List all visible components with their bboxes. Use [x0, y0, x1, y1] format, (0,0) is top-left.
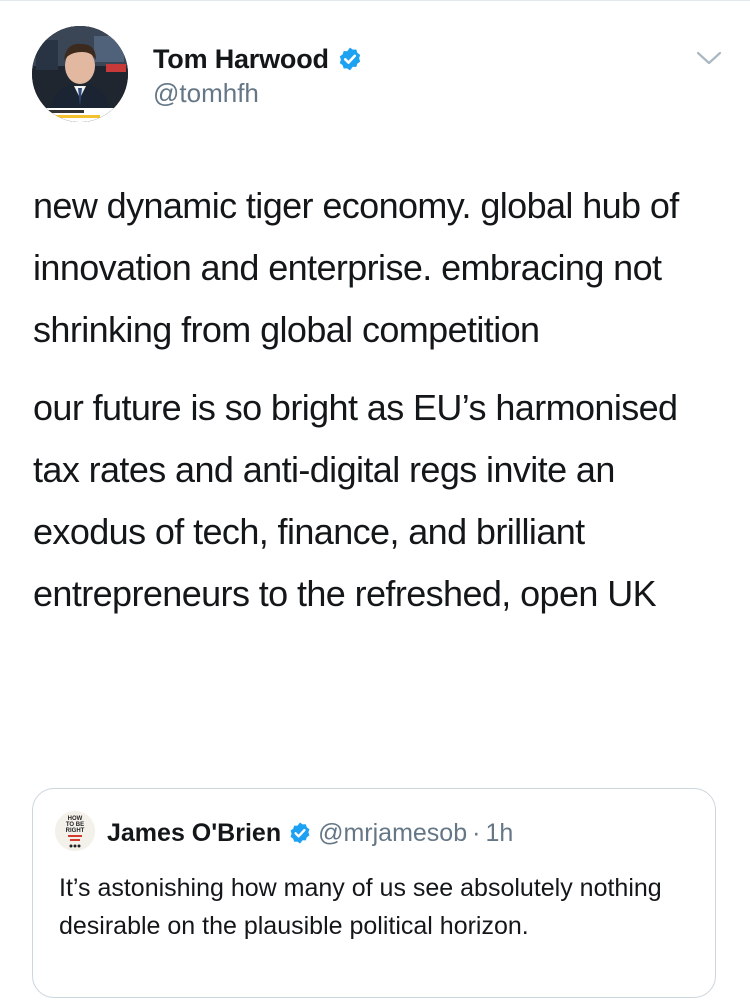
tweet-header: Tom Harwood @tomhfh [32, 26, 722, 122]
quoted-author-handle[interactable]: @mrjamesob [318, 819, 467, 848]
book-cover-avatar-icon: HOW TO BE RIGHT [55, 811, 95, 851]
quoted-author-avatar[interactable]: HOW TO BE RIGHT [55, 811, 95, 851]
chevron-down-icon [696, 51, 722, 65]
quoted-author-name[interactable]: James O'Brien [107, 819, 281, 848]
tweet-paragraph: our future is so bright as EU’s harmonis… [33, 387, 678, 614]
tweet-body: new dynamic tiger economy. global hub of… [33, 175, 723, 641]
avatar-photo-icon [32, 26, 128, 122]
tweet-paragraph: new dynamic tiger economy. global hub of… [33, 185, 679, 350]
author-avatar[interactable] [32, 26, 128, 122]
svg-text:RIGHT: RIGHT [66, 828, 85, 834]
separator-dot: · [472, 818, 481, 847]
quoted-timestamp[interactable]: 1h [485, 819, 513, 848]
quoted-tweet-text: It’s astonishing how many of us see abso… [59, 874, 662, 940]
author-name[interactable]: Tom Harwood [153, 44, 329, 75]
quoted-tweet-card[interactable]: HOW TO BE RIGHT James O'Brien @mrjamesob… [32, 788, 716, 998]
author-handle[interactable]: @tomhfh [153, 78, 363, 109]
top-divider [0, 0, 750, 1]
tweet-menu-button[interactable] [696, 48, 722, 68]
author-info: Tom Harwood @tomhfh [153, 42, 363, 109]
quoted-tweet-header: James O'Brien @mrjamesob · 1h [107, 817, 513, 849]
verified-badge-icon [290, 822, 310, 844]
verified-badge-icon [337, 46, 363, 72]
